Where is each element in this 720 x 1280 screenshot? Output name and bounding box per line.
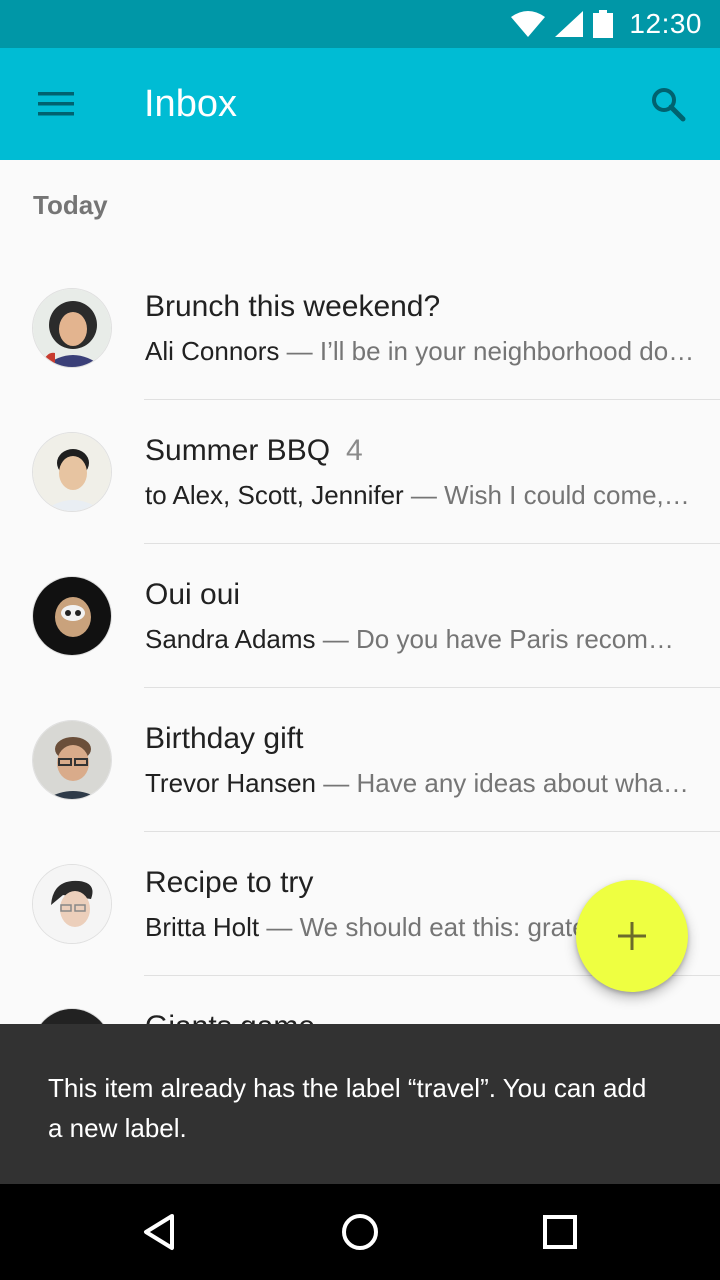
subject-text: Summer BBQ [145,434,331,467]
separator: — [403,480,445,510]
navigation-bar [0,1184,720,1280]
search-icon [652,88,686,122]
message-subject: Recipe to try [145,866,329,900]
status-bar: 12:30 [0,0,720,48]
message-preview: Ali Connors — I’ll be in your neighborho… [145,336,695,367]
avatar [32,864,112,944]
avatar [32,576,112,656]
subject-text: Birthday gift [145,722,304,755]
subject-text: Recipe to try [145,866,314,899]
sender: to Alex, Scott, Jennifer [145,480,404,510]
page-title: Inbox [144,83,237,125]
recents-button[interactable] [530,1202,590,1262]
message-preview: to Alex, Scott, Jennifer — Wish I could … [145,480,695,511]
thread-count: 4 [346,434,363,467]
message-subject: Summer BBQ 4 [145,434,363,468]
snippet: Have any ideas about what we should get … [356,768,695,798]
battery-icon [593,10,614,38]
sender: Ali Connors [145,336,280,366]
separator: — [279,336,320,366]
app-bar: Inbox [0,48,720,160]
status-time: 12:30 [629,8,702,39]
list-item[interactable]: Summer BBQ 4 to Alex, Scott, Jennifer — W… [0,400,720,544]
snippet: Do you have Paris recommendations? Have … [356,624,695,654]
home-button[interactable] [330,1202,390,1262]
search-button[interactable] [638,76,698,132]
recents-icon [543,1215,577,1249]
sender: Sandra Adams [145,624,316,654]
message-subject: Birthday gift [145,722,319,756]
list-item[interactable]: Birthday gift Trevor Hansen — Have any i… [0,688,720,832]
snippet: I’ll be in your neighborhood doing erran… [319,336,695,366]
separator: — [315,624,357,654]
sender: Trevor Hansen [145,768,316,798]
separator: — [316,768,357,798]
message-subject: Brunch this weekend? [145,290,456,324]
subject-text: Brunch this weekend? [145,290,441,323]
avatar [32,720,112,800]
message-subject: Giants game [145,1010,331,1024]
section-header: Today [33,190,108,220]
compose-button[interactable] [576,880,688,992]
subject-text: Oui oui [145,578,241,611]
snackbar: This item already has the label “travel”… [0,1024,720,1184]
snackbar-message: This item already has the label “travel”… [48,1073,647,1143]
back-icon [144,1214,174,1250]
message-subject: Oui oui [145,578,256,612]
avatar [32,288,112,368]
home-icon [342,1214,378,1250]
sender: Britta Holt [145,912,260,942]
separator: — [259,912,300,942]
message-preview: Trevor Hansen — Have any ideas about wha… [145,768,695,799]
avatar [32,1008,112,1024]
status-icons: 12:30 [511,8,702,40]
wifi-icon [511,11,546,37]
signal-icon [555,11,584,37]
avatar [32,432,112,512]
menu-icon [38,92,74,116]
list-item[interactable]: Brunch this weekend? Ali Connors — I’ll … [0,256,720,400]
back-button[interactable] [130,1202,190,1262]
subject-text: Giants game [145,1010,315,1024]
snippet: Wish I could come, but I’m out of town t… [444,480,695,510]
list-item[interactable]: Oui oui Sandra Adams — Do you have Paris… [0,544,720,688]
add-icon [618,922,646,950]
message-preview: Sandra Adams — Do you have Paris recomme… [145,624,695,655]
menu-button[interactable] [22,80,90,128]
